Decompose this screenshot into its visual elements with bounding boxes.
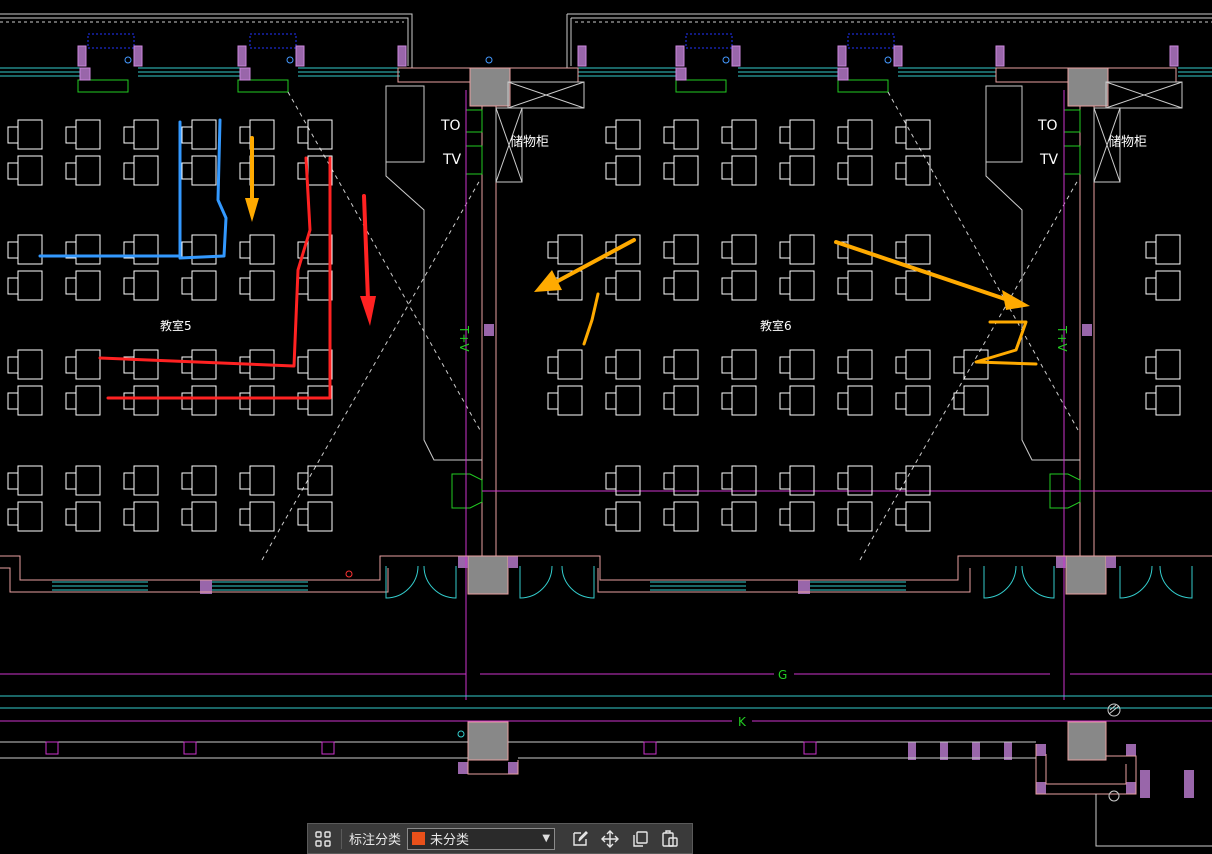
category-color-swatch xyxy=(412,832,426,845)
move-icon[interactable] xyxy=(595,824,625,853)
red-arrowhead xyxy=(360,296,376,326)
room-label-6: 教室6 xyxy=(760,318,792,333)
tv-label-1-bottom: TV xyxy=(442,152,462,168)
blue-markup-stroke xyxy=(38,118,228,260)
storage-cabinets xyxy=(385,81,1183,461)
orange-arrowhead-1 xyxy=(245,198,259,222)
orange-arrow-center xyxy=(554,238,636,284)
tv-label-2-top: TO xyxy=(1037,118,1058,134)
category-label: 标注分类 xyxy=(349,833,402,848)
category-select[interactable]: 未分类 ▼ xyxy=(407,827,556,850)
tv-label-1-top: TO xyxy=(440,118,461,134)
projection-lines xyxy=(261,91,1079,561)
top-wall xyxy=(0,13,1212,68)
orange-arrowhead-3 xyxy=(1002,290,1030,310)
column-tag-1: T+V xyxy=(457,325,471,352)
room-label-5: 教室5 xyxy=(160,318,192,333)
cad-drawing-canvas[interactable]: 教室5 教室6 储物柜 储物柜 TO TV TO TV T+V T+V G K xyxy=(0,0,1212,854)
markup-toolbar: 标注分类 未分类 ▼ xyxy=(307,823,693,854)
column-tag-2: T+V xyxy=(1055,325,1069,352)
orange-squiggle xyxy=(582,292,600,346)
grid-axis-g: G xyxy=(778,668,787,682)
top-equipment xyxy=(77,33,1179,93)
red-arrow xyxy=(362,194,370,302)
dropdown-arrow-icon: ▼ xyxy=(542,833,551,844)
markup-strokes xyxy=(38,118,1038,400)
storage-label-1: 储物柜 xyxy=(510,135,549,150)
storage-label-2: 储物柜 xyxy=(1108,135,1147,150)
red-markup-stroke-1 xyxy=(98,156,312,368)
edit-icon[interactable] xyxy=(565,824,595,853)
tv-label-2-bottom: TV xyxy=(1039,152,1059,168)
copy-icon[interactable] xyxy=(625,824,655,853)
corridor-walls xyxy=(0,555,1212,847)
grid-axis-k: K xyxy=(738,715,747,729)
paste-icon[interactable] xyxy=(655,824,685,853)
group-icon[interactable] xyxy=(308,824,338,853)
category-value: 未分类 xyxy=(430,833,470,848)
columns xyxy=(200,67,1194,798)
toolbar-divider xyxy=(341,828,342,849)
top-windows xyxy=(0,67,1212,77)
